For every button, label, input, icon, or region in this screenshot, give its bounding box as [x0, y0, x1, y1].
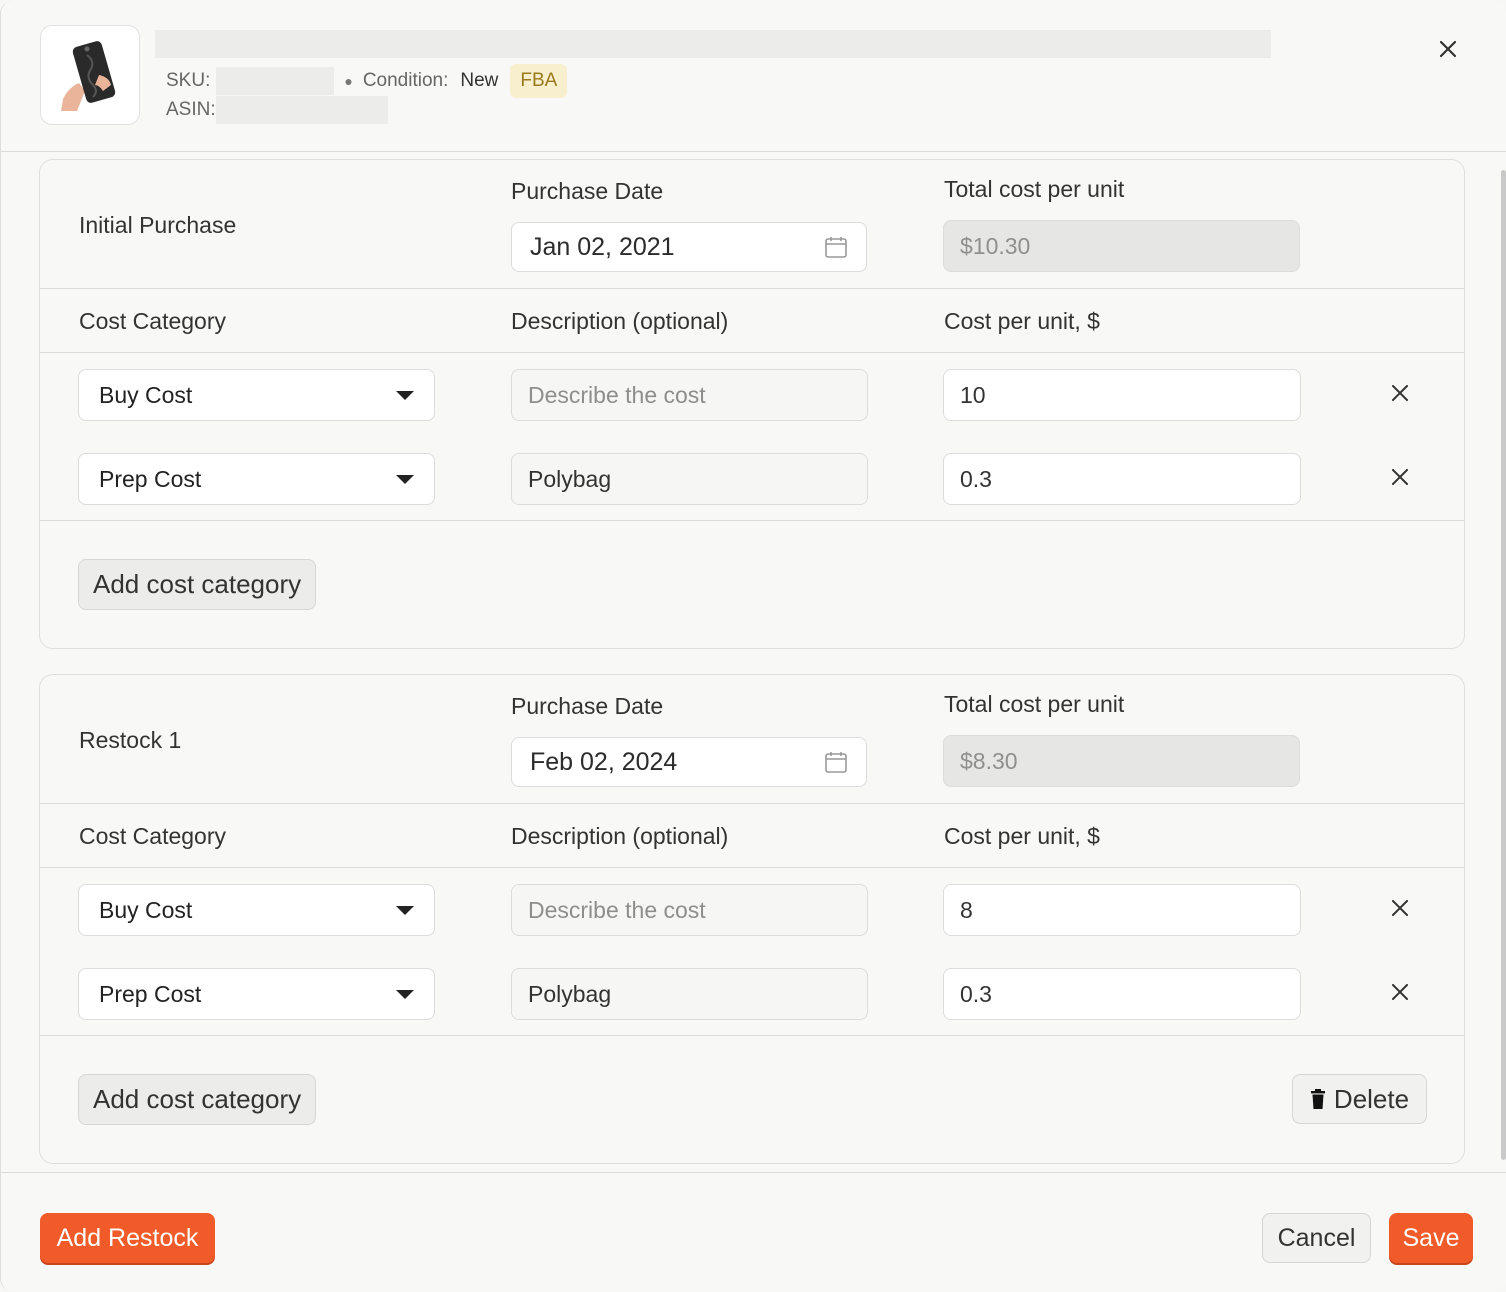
cost-category-select[interactable]: Buy Cost [78, 884, 435, 936]
fba-badge: FBA [510, 64, 568, 98]
description-input[interactable]: Describe the cost [511, 369, 868, 421]
close-icon [1392, 469, 1408, 485]
close-icon [1439, 40, 1457, 58]
close-icon [1392, 984, 1408, 1000]
cost-category-select[interactable]: Prep Cost [78, 968, 435, 1020]
close-modal-button[interactable] [1433, 34, 1463, 64]
remove-row-button[interactable] [1388, 896, 1412, 920]
description-input[interactable]: Describe the cost [511, 884, 868, 936]
cost-per-unit-input[interactable]: 8 [943, 884, 1301, 936]
caret-down-icon [396, 990, 414, 999]
condition-label: Condition: [362, 70, 449, 91]
close-icon [1392, 900, 1408, 916]
scrollbar[interactable] [1501, 170, 1506, 1160]
remove-row-button[interactable] [1388, 980, 1412, 1004]
condition-value: New [460, 70, 499, 91]
col-cost-category: Cost Category [79, 308, 227, 334]
save-button[interactable]: Save [1389, 1213, 1473, 1263]
remove-row-button[interactable] [1388, 381, 1412, 405]
cost-category-select[interactable]: Buy Cost [78, 369, 435, 421]
col-cost-per-unit: Cost per unit, $ [944, 308, 1100, 334]
calendar-icon[interactable] [824, 235, 848, 259]
add-cost-category-button[interactable]: Add cost category [78, 559, 317, 610]
col-cost-category: Cost Category [79, 823, 227, 849]
purchase-card-header: Initial Purchase Purchase Date Total cos… [40, 160, 1464, 289]
total-cost-field: $8.30 [943, 735, 1300, 787]
purchase-date-label: Purchase Date [511, 178, 664, 204]
total-cost-field: $10.30 [943, 220, 1300, 272]
modal-footer: Add Restock Cancel Save [1, 1172, 1506, 1292]
product-meta: SKU: ● Condition: New FBA [166, 64, 568, 98]
edit-cost-modal: SKU: ● Condition: New FBA ASIN: Initial … [0, 0, 1506, 1292]
cost-category-value: Buy Cost [99, 381, 193, 408]
cost-category-select[interactable]: Prep Cost [78, 453, 435, 505]
purchase-date-input[interactable]: Feb 02, 2024 [511, 737, 867, 787]
purchase-date-value: Jan 02, 2021 [530, 232, 675, 261]
calendar-icon[interactable] [824, 750, 848, 774]
purchase-title: Initial Purchase [79, 212, 237, 238]
remove-row-button[interactable] [1388, 465, 1412, 489]
purchase-card-initial: Initial Purchase Purchase Date Total cos… [39, 159, 1465, 649]
asin-row: ASIN: [166, 96, 388, 124]
col-description: Description (optional) [511, 823, 729, 849]
cost-rows: Buy Cost Describe the cost 8 Prep Cost P… [40, 868, 1464, 1036]
add-cost-category-button[interactable]: Add cost category [78, 1074, 317, 1125]
close-icon [1392, 385, 1408, 401]
total-cost-label: Total cost per unit [944, 176, 1125, 202]
sku-label: SKU: [166, 70, 211, 91]
total-cost-label: Total cost per unit [944, 691, 1125, 717]
col-description: Description (optional) [511, 308, 729, 334]
purchase-title: Restock 1 [79, 727, 182, 753]
product-thumbnail [40, 25, 140, 125]
caret-down-icon [396, 391, 414, 400]
cost-columns-header: Cost Category Description (optional) Cos… [40, 804, 1464, 868]
cost-category-value: Buy Cost [99, 896, 193, 923]
asin-label: ASIN: [166, 99, 216, 120]
caret-down-icon [396, 906, 414, 915]
cost-columns-header: Cost Category Description (optional) Cos… [40, 289, 1464, 353]
product-title-redacted [155, 30, 1271, 58]
cost-per-unit-input[interactable]: 10 [943, 369, 1301, 421]
cost-per-unit-input[interactable]: 0.3 [943, 968, 1301, 1020]
sku-value-redacted [216, 67, 335, 95]
caret-down-icon [396, 475, 414, 484]
cancel-button[interactable]: Cancel [1262, 1213, 1371, 1263]
col-cost-per-unit: Cost per unit, $ [944, 823, 1100, 849]
add-restock-button[interactable]: Add Restock [40, 1213, 215, 1263]
delete-label: Delete [1333, 1083, 1410, 1114]
product-header: SKU: ● Condition: New FBA ASIN: [1, 0, 1506, 152]
delete-restock-button[interactable]: Delete [1292, 1074, 1427, 1124]
cost-rows: Buy Cost Describe the cost 10 Prep Cost … [40, 353, 1464, 521]
cost-category-value: Prep Cost [99, 465, 202, 492]
cost-category-value: Prep Cost [99, 980, 202, 1007]
purchase-card-header: Restock 1 Purchase Date Total cost per u… [40, 675, 1464, 804]
description-input[interactable]: Polybag [511, 453, 868, 505]
separator-dot: ● [344, 73, 353, 89]
description-input[interactable]: Polybag [511, 968, 868, 1020]
purchase-date-label: Purchase Date [511, 693, 664, 719]
asin-value-redacted [215, 96, 388, 124]
purchase-date-value: Feb 02, 2024 [530, 747, 678, 776]
purchase-date-input[interactable]: Jan 02, 2021 [511, 222, 867, 272]
trash-icon [1310, 1089, 1325, 1109]
purchase-card-restock: Restock 1 Purchase Date Total cost per u… [39, 674, 1465, 1164]
cost-per-unit-input[interactable]: 0.3 [943, 453, 1301, 505]
